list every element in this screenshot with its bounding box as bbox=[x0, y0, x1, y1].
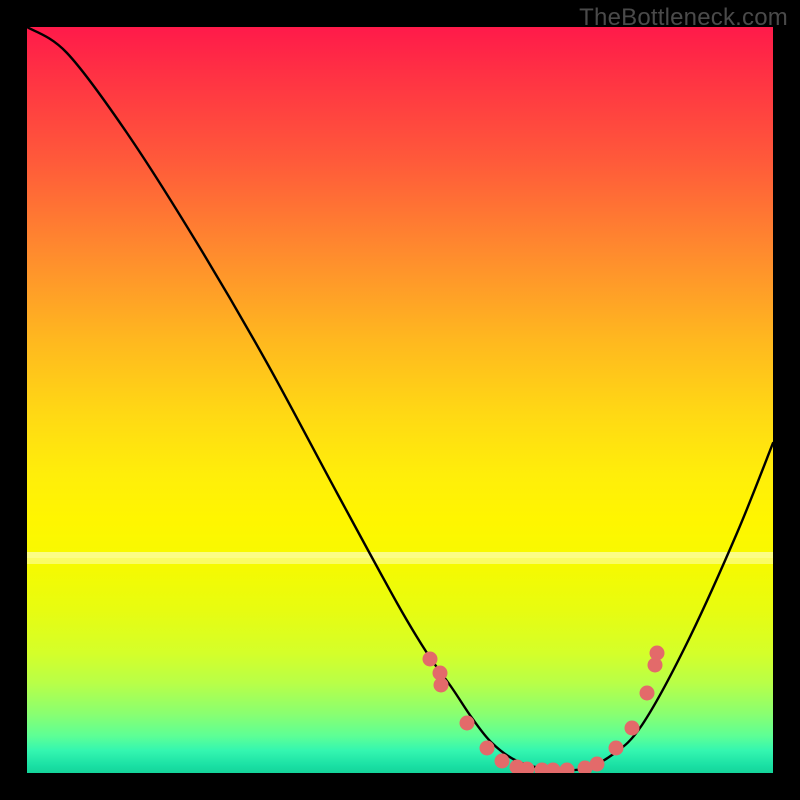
highlight-dot bbox=[546, 763, 561, 774]
curve-layer bbox=[27, 27, 773, 773]
highlight-dot bbox=[480, 741, 495, 756]
highlight-dot bbox=[609, 741, 624, 756]
highlight-dot bbox=[423, 652, 438, 667]
highlight-dot bbox=[434, 678, 449, 693]
highlight-dot bbox=[650, 646, 665, 661]
highlight-dots-group bbox=[423, 646, 665, 774]
highlight-dot bbox=[560, 763, 575, 774]
highlight-dot bbox=[495, 754, 510, 769]
highlight-dot bbox=[460, 716, 475, 731]
highlight-dot bbox=[625, 721, 640, 736]
highlight-dot bbox=[590, 757, 605, 772]
highlight-dot bbox=[640, 686, 655, 701]
